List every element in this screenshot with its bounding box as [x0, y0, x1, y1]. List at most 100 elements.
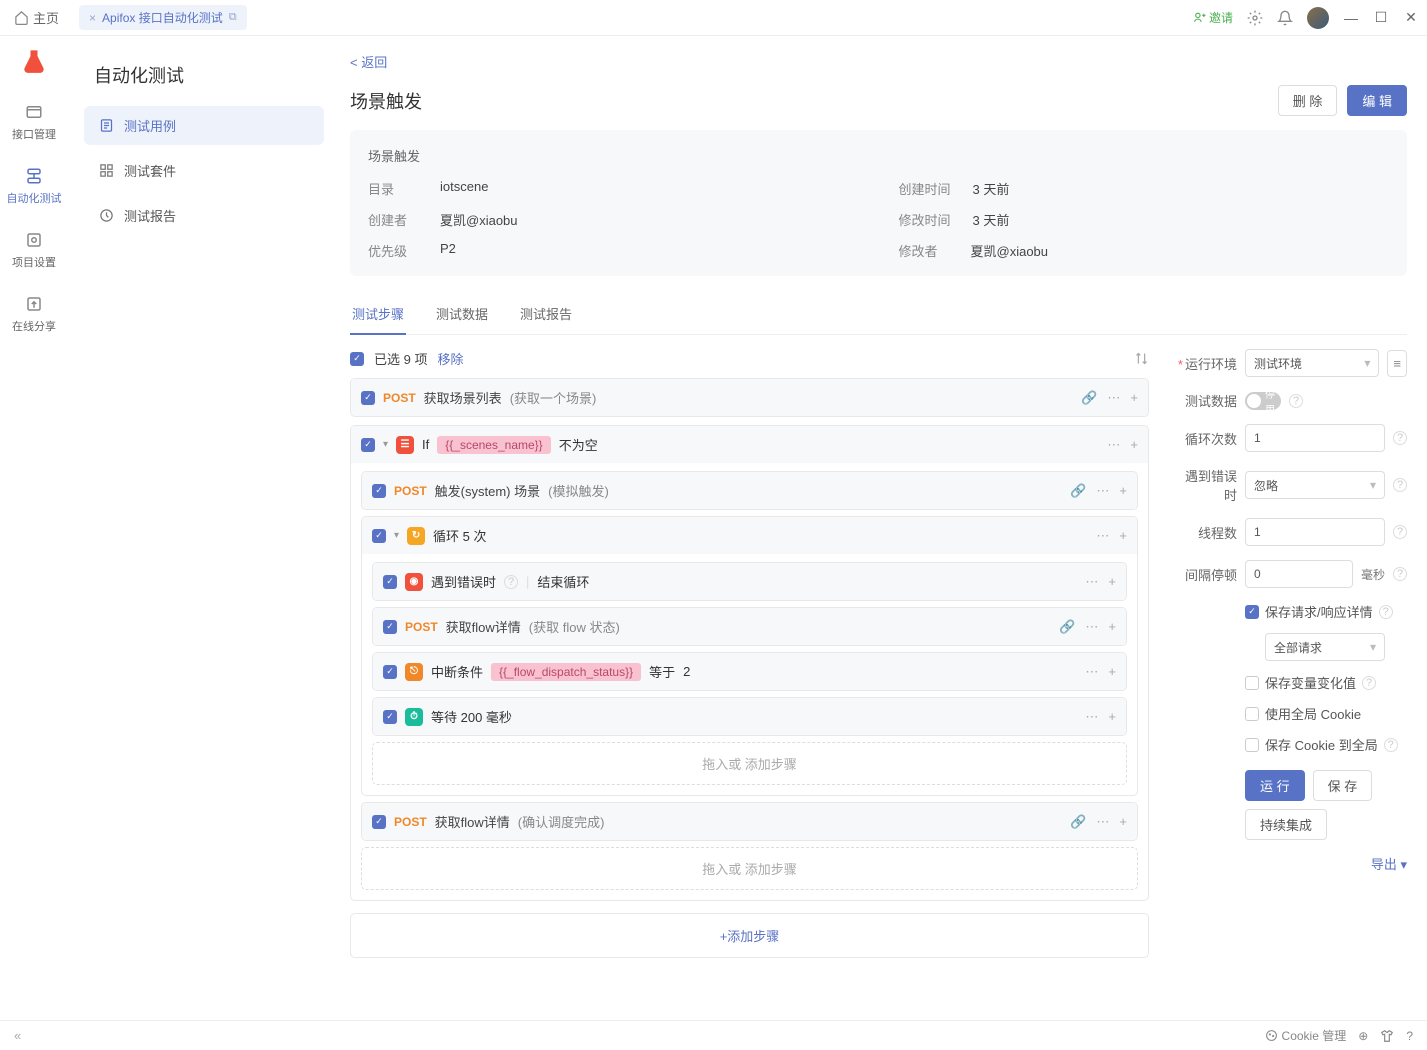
add-icon[interactable]: +: [1119, 814, 1127, 830]
more-icon[interactable]: ⋯: [1085, 619, 1098, 635]
more-icon[interactable]: ⋯: [1096, 528, 1109, 544]
save-button[interactable]: 保 存: [1313, 770, 1373, 801]
footer-help-icon[interactable]: ?: [1406, 1029, 1413, 1043]
help-icon[interactable]: ?: [1393, 525, 1407, 539]
delete-button[interactable]: 删 除: [1278, 85, 1338, 116]
home-button[interactable]: 主页: [8, 4, 65, 31]
help-icon[interactable]: ?: [1379, 605, 1393, 619]
step-checkbox[interactable]: ✓: [383, 710, 397, 724]
more-icon[interactable]: ⋯: [1107, 390, 1120, 406]
add-icon[interactable]: +: [1108, 664, 1116, 680]
remove-selected[interactable]: 移除: [437, 349, 463, 368]
help-icon[interactable]: ?: [1393, 478, 1407, 492]
if-variable: {{_scenes_name}}: [437, 436, 550, 454]
step-checkbox[interactable]: ✓: [372, 529, 386, 543]
use-cookie-checkbox[interactable]: [1245, 707, 1259, 721]
drop-add-if[interactable]: 拖入或 添加步骤: [361, 847, 1138, 890]
tab-ext-icon[interactable]: ⧉: [229, 11, 237, 24]
rail-settings[interactable]: 项目设置: [0, 222, 68, 278]
step-on-error[interactable]: ✓ ◉ 遇到错误时 ? | 结束循环 ⋯+: [372, 562, 1127, 601]
add-icon[interactable]: +: [1119, 528, 1127, 544]
chevron-down-icon[interactable]: ▾: [383, 439, 388, 450]
step-checkbox[interactable]: ✓: [361, 438, 375, 452]
link-icon[interactable]: 🔗: [1070, 483, 1086, 499]
window-minimize[interactable]: —: [1343, 10, 1359, 26]
rail-automation[interactable]: 自动化测试: [0, 158, 68, 214]
delay-input[interactable]: [1254, 567, 1344, 581]
loop-count-input[interactable]: [1254, 431, 1376, 445]
more-icon[interactable]: ⋯: [1085, 664, 1098, 680]
tab-data[interactable]: 测试数据: [434, 296, 490, 334]
step-checkbox[interactable]: ✓: [372, 484, 386, 498]
step-1[interactable]: ✓ POST 获取场景列表 (获取一个场景) 🔗⋯+: [350, 378, 1149, 417]
step-break[interactable]: ✓ ⎋ 中断条件 {{_flow_dispatch_status}} 等于 2 …: [372, 652, 1127, 691]
help-icon[interactable]: ?: [1393, 431, 1407, 445]
save-var-checkbox[interactable]: [1245, 676, 1259, 690]
tab-report[interactable]: 测试报告: [518, 296, 574, 334]
side-test-reports[interactable]: 测试报告: [84, 196, 324, 235]
help-icon[interactable]: ?: [1362, 676, 1376, 690]
step-wait[interactable]: ✓ ⏱ 等待 200 毫秒 ⋯+: [372, 697, 1127, 736]
step-checkbox[interactable]: ✓: [383, 665, 397, 679]
more-icon[interactable]: ⋯: [1096, 483, 1109, 499]
select-all-checkbox[interactable]: ✓: [350, 352, 364, 366]
thread-count-input[interactable]: [1254, 525, 1376, 539]
invite-button[interactable]: 邀请: [1193, 9, 1233, 26]
tab-steps[interactable]: 测试步骤: [350, 296, 406, 335]
chevron-down-icon[interactable]: ▾: [394, 530, 399, 541]
settings-icon[interactable]: [1247, 10, 1263, 26]
cookie-manager[interactable]: Cookie 管理: [1265, 1027, 1347, 1044]
link-icon[interactable]: 🔗: [1081, 390, 1097, 406]
more-icon[interactable]: ⋯: [1107, 437, 1120, 453]
footer-shirt-icon[interactable]: [1380, 1029, 1394, 1043]
run-button[interactable]: 运 行: [1245, 770, 1305, 801]
side-test-suites[interactable]: 测试套件: [84, 151, 324, 190]
window-maximize[interactable]: ☐: [1373, 9, 1389, 26]
save-resp-checkbox[interactable]: ✓: [1245, 605, 1259, 619]
more-icon[interactable]: ⋯: [1085, 574, 1098, 590]
back-link[interactable]: < 返回: [350, 52, 387, 71]
rail-api[interactable]: 接口管理: [0, 94, 68, 150]
footer-add-icon[interactable]: ⊕: [1358, 1029, 1368, 1043]
step-checkbox[interactable]: ✓: [372, 815, 386, 829]
window-close[interactable]: ✕: [1403, 9, 1419, 26]
help-icon[interactable]: ?: [504, 575, 518, 589]
save-cookie-checkbox[interactable]: [1245, 738, 1259, 752]
step-checkbox[interactable]: ✓: [383, 620, 397, 634]
link-icon[interactable]: 🔗: [1059, 619, 1075, 635]
env-menu-icon[interactable]: ≡: [1387, 350, 1407, 377]
step-checkbox[interactable]: ✓: [383, 575, 397, 589]
help-icon[interactable]: ?: [1393, 567, 1407, 581]
add-icon[interactable]: +: [1130, 390, 1138, 406]
more-icon[interactable]: ⋯: [1096, 814, 1109, 830]
edit-button[interactable]: 编 辑: [1347, 85, 1407, 116]
ci-button[interactable]: 持续集成: [1245, 809, 1327, 840]
help-icon[interactable]: ?: [1384, 738, 1398, 752]
add-icon[interactable]: +: [1119, 483, 1127, 499]
rail-share[interactable]: 在线分享: [0, 286, 68, 342]
add-step-button[interactable]: +添加步骤: [350, 913, 1149, 958]
sort-icon[interactable]: [1134, 351, 1149, 366]
step-4[interactable]: ✓ POST 获取flow详情 (确认调度完成) 🔗⋯+: [361, 802, 1138, 841]
drop-add-inner[interactable]: 拖入或 添加步骤: [372, 742, 1127, 785]
env-select[interactable]: 测试环境▾: [1245, 349, 1379, 377]
save-resp-select[interactable]: 全部请求▾: [1265, 633, 1385, 661]
on-error-select[interactable]: 忽略▾: [1245, 471, 1385, 499]
step-3[interactable]: ✓ POST 获取flow详情 (获取 flow 状态) 🔗⋯+: [372, 607, 1127, 646]
add-icon[interactable]: +: [1108, 619, 1116, 635]
add-icon[interactable]: +: [1130, 437, 1138, 453]
step-checkbox[interactable]: ✓: [361, 391, 375, 405]
step-2[interactable]: ✓ POST 触发(system) 场景 (模拟触发) 🔗⋯+: [361, 471, 1138, 510]
side-test-cases[interactable]: 测试用例: [84, 106, 324, 145]
collapse-icon[interactable]: «: [14, 1028, 21, 1043]
workspace-tab[interactable]: × Apifox 接口自动化测试 ⧉: [79, 5, 247, 30]
test-data-toggle[interactable]: 停用: [1245, 392, 1281, 410]
add-icon[interactable]: +: [1108, 709, 1116, 725]
add-icon[interactable]: +: [1108, 574, 1116, 590]
help-icon[interactable]: ?: [1289, 394, 1303, 408]
bell-icon[interactable]: [1277, 10, 1293, 26]
avatar[interactable]: [1307, 7, 1329, 29]
export-link[interactable]: 导出 ▾: [1175, 854, 1407, 873]
more-icon[interactable]: ⋯: [1085, 709, 1098, 725]
link-icon[interactable]: 🔗: [1070, 814, 1086, 830]
